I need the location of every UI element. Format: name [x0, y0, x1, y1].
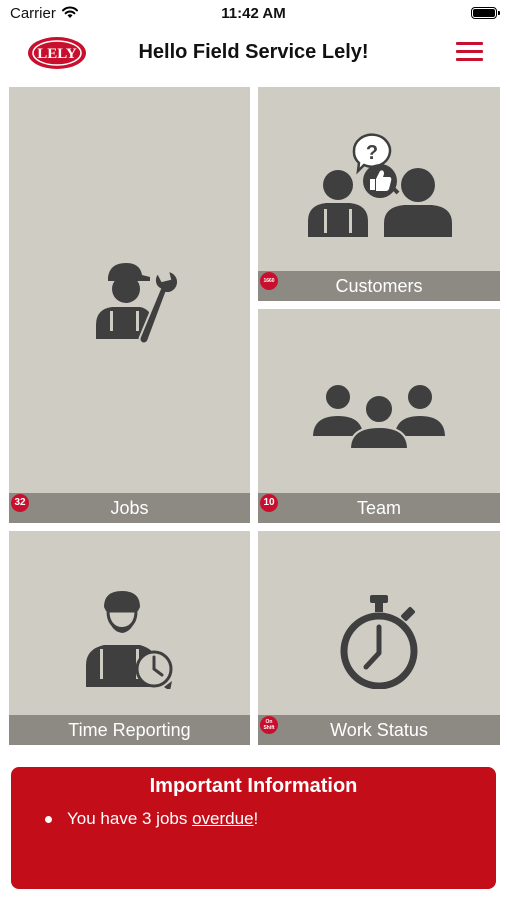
important-info-card: Important Information You have 3 jobs ov… [11, 767, 496, 889]
work-status-tile[interactable]: Work Status On Shift [258, 531, 500, 745]
team-count-badge: 10 [260, 494, 278, 512]
battery-icon [471, 7, 500, 19]
mechanic-wrench-icon [9, 259, 250, 349]
info-list-item: You have 3 jobs overdue ! [45, 809, 258, 829]
status-bar: Carrier 11:42 AM [0, 0, 507, 28]
on-shift-badge: On Shift [260, 716, 278, 734]
customers-count-badge: 1660 [260, 272, 278, 290]
greeting-title: Hello Field Service Lely! [138, 41, 369, 63]
stopwatch-icon [258, 593, 500, 689]
jobs-tile[interactable]: Jobs 32 [9, 87, 250, 523]
svg-text:?: ? [366, 142, 378, 164]
customers-chat-icon: ? [258, 129, 500, 241]
team-icon [258, 381, 500, 451]
customers-label: Customers [258, 271, 500, 301]
jobs-count-badge: 32 [11, 494, 29, 512]
app-header: LELY Hello Field Service Lely! [0, 28, 507, 80]
customers-tile[interactable]: ? Customers 1660 [258, 87, 500, 301]
overdue-link[interactable]: overdue [192, 809, 253, 829]
team-tile[interactable]: Team 10 [258, 309, 500, 523]
bullet-icon [45, 815, 52, 823]
info-text-suffix: ! [253, 809, 259, 828]
team-label: Team [258, 493, 500, 523]
time-reporting-tile[interactable]: Time Reporting [9, 531, 250, 745]
info-text-prefix: You have 3 jobs [67, 809, 193, 828]
hamburger-menu-icon[interactable] [456, 42, 483, 62]
clock: 11:42 AM [221, 5, 286, 22]
time-reporting-label: Time Reporting [9, 715, 250, 745]
work-status-label: Work Status [258, 715, 500, 745]
info-title: Important Information [149, 775, 358, 797]
worker-clock-icon [9, 587, 250, 689]
jobs-label: Jobs [9, 493, 250, 523]
